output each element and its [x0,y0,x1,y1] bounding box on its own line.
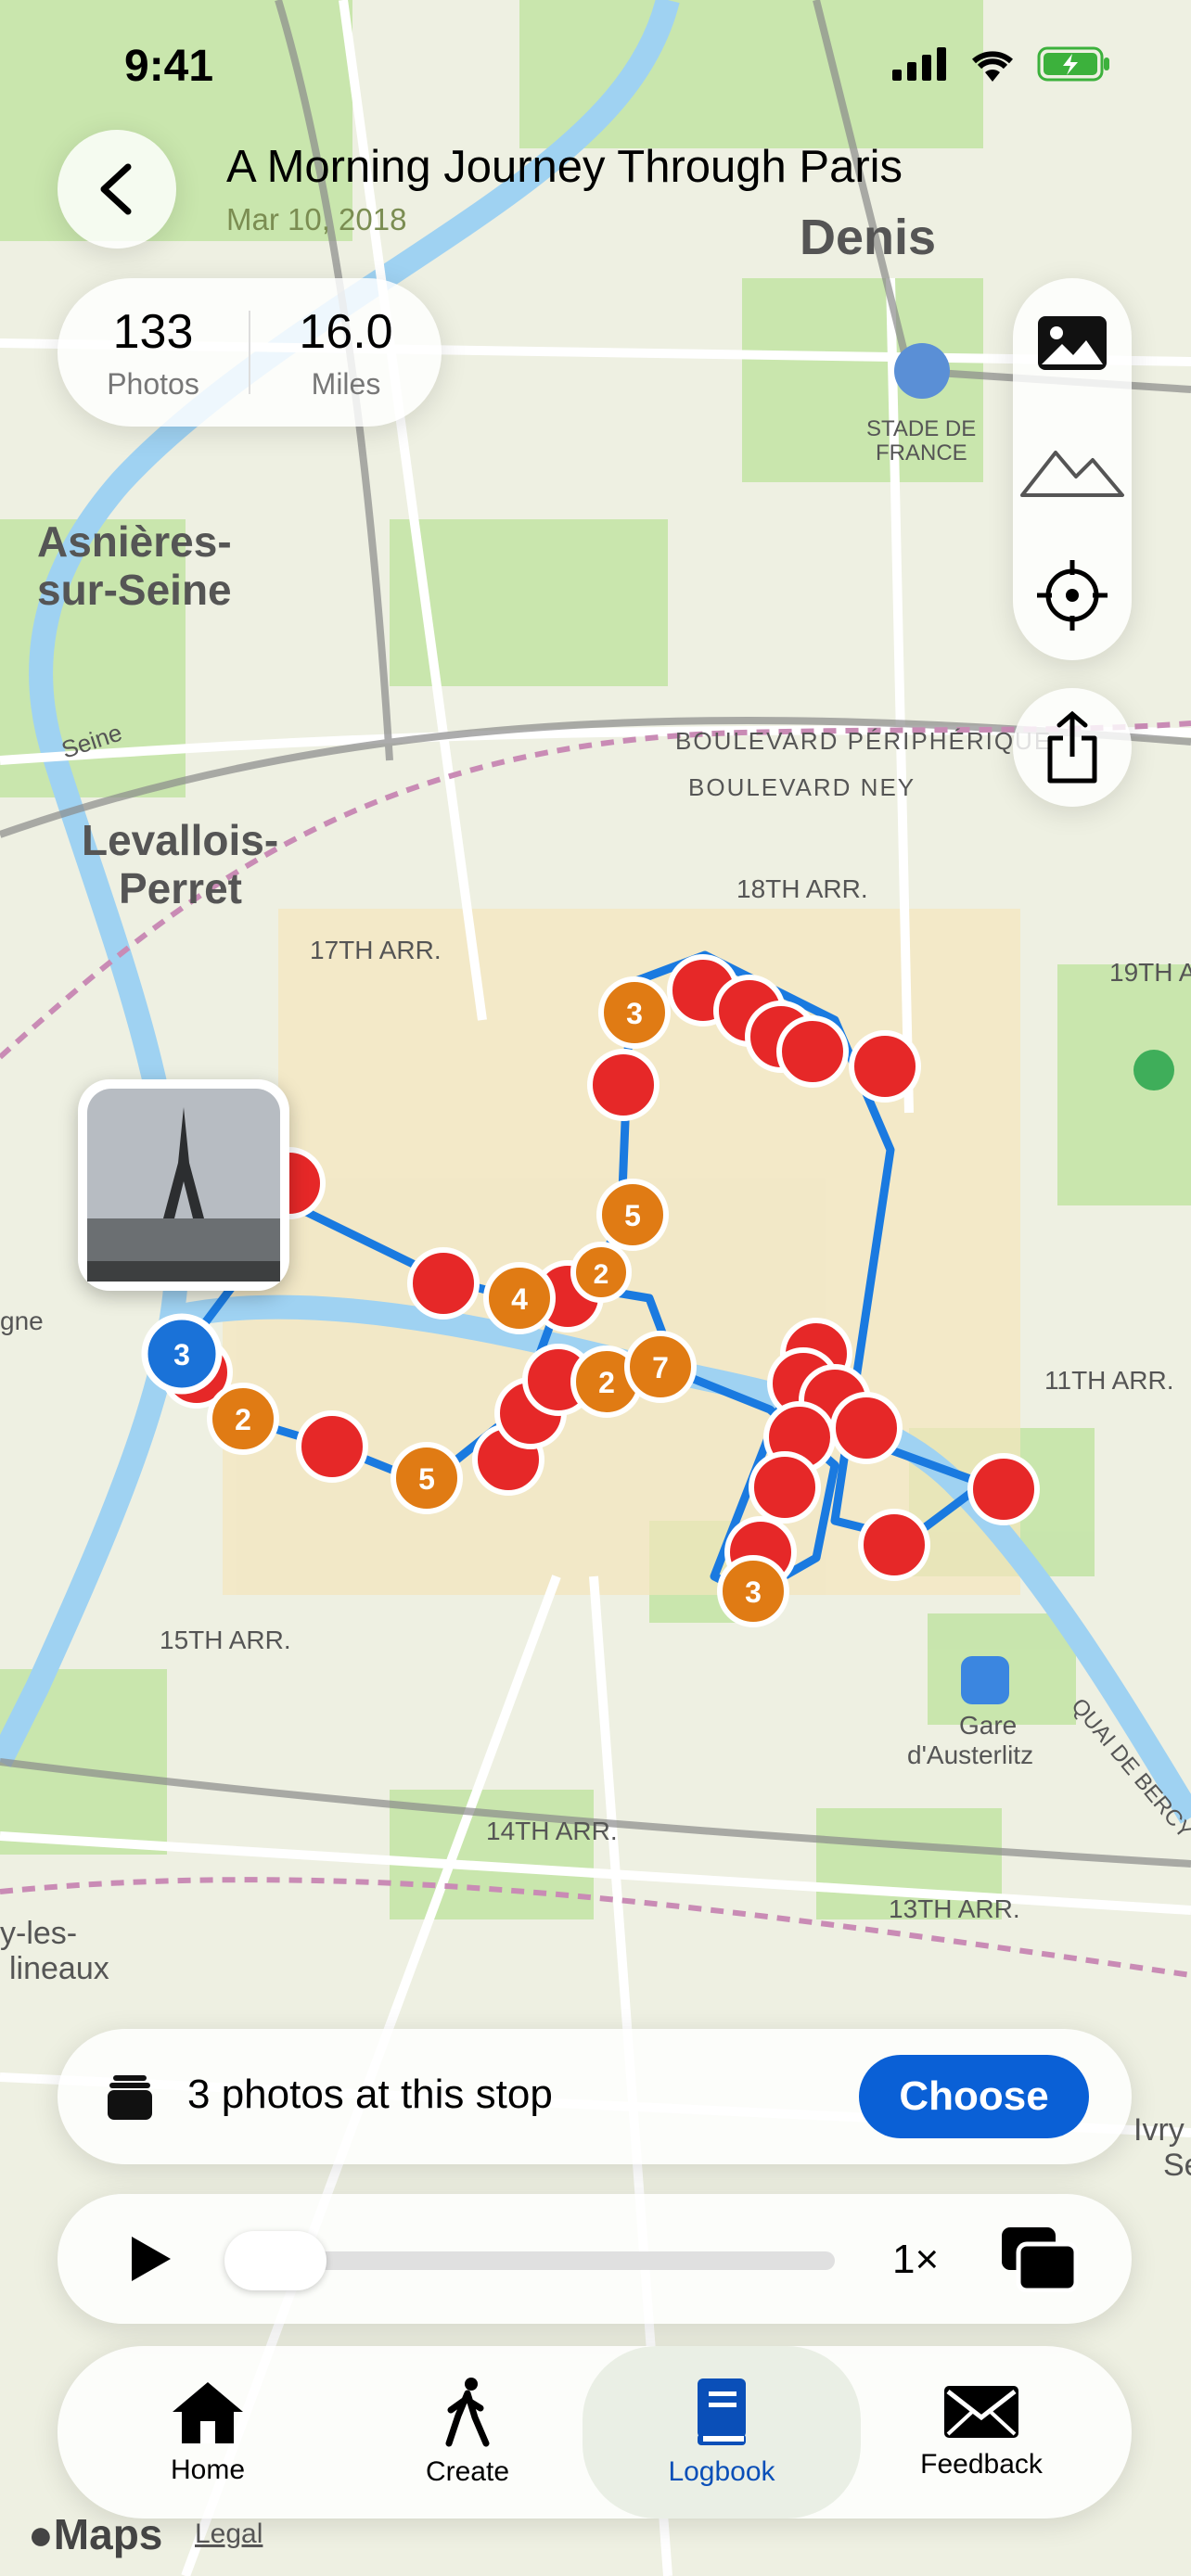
tab-bar: Home Create Logbook Feedback [58,2346,1132,2519]
label-ney: BOULEVARD NEY [688,773,916,801]
label-arr17: 17TH ARR. [310,936,442,964]
tab-feedback[interactable]: Feedback [861,2346,1102,2519]
park-icon [1133,1050,1174,1090]
label-stade: STADE DE FRANCE [866,416,976,465]
battery-icon [1037,46,1109,82]
photo-stack-icon [108,2075,152,2120]
mountains-icon [1020,451,1124,497]
svg-text:5: 5 [418,1462,435,1496]
svg-text:4: 4 [511,1282,528,1316]
speed-toggle[interactable]: 1× [892,2237,939,2283]
train-icon [961,1656,1009,1704]
label-arr14: 14TH ARR. [486,1817,618,1845]
pin-5[interactable]: 7 [624,1331,697,1403]
walk-icon [445,2378,490,2447]
chevron-left-icon [100,163,132,215]
photo-mode-button[interactable] [1013,284,1132,402]
svg-text:7: 7 [652,1351,669,1384]
tab-create-label: Create [425,2456,510,2487]
pin-6[interactable]: 2 [207,1383,279,1455]
share-button[interactable] [1013,688,1132,807]
pin-8[interactable]: 3 [717,1555,789,1627]
stat-photos-value: 133 [112,304,194,359]
locate-button[interactable] [1013,536,1132,655]
photo-icon [1038,316,1107,370]
label-periph: BOULEVARD PÉRIPHÉRIQUE [675,727,1052,755]
map-tools [1013,278,1132,660]
stop-photo-count: 3 photos at this stop [187,2072,553,2117]
stadium-icon [894,343,950,399]
back-button[interactable] [58,130,176,249]
stop-bar: 3 photos at this stop Choose [58,2029,1132,2164]
label-arr15: 15TH ARR. [160,1626,291,1654]
timeline-thumb[interactable] [224,2231,327,2290]
label-arr13: 13TH ARR. [889,1894,1020,1923]
status-icons [892,46,1111,82]
play-icon[interactable] [128,2233,174,2285]
legal-link[interactable]: Legal [195,2519,263,2550]
page-title: A Morning Journey Through Paris [226,142,903,192]
maps-logo-text: Maps [53,2510,163,2558]
tab-logbook-label: Logbook [668,2456,775,2487]
crosshair-icon [1037,560,1108,631]
pin-0[interactable]: 3 [598,976,671,1049]
pin-7[interactable]: 5 [391,1442,463,1514]
apple-logo-icon: ● [28,2510,54,2558]
playback-bar: 1× [58,2194,1132,2324]
pin-1[interactable]: 5 [596,1179,669,1251]
svg-text:2: 2 [235,1403,251,1436]
stat-photos-label: Photos [107,366,199,401]
journey-date: Mar 10, 2018 [226,202,407,236]
choose-button[interactable]: Choose [859,2055,1089,2138]
tab-home-label: Home [170,2455,246,2485]
svg-text:2: 2 [594,1259,609,1290]
stats-pill: 133 Photos 16.0 Miles [58,278,442,427]
stat-miles-value: 16.0 [299,304,393,359]
book-icon [698,2378,746,2445]
terrain-button[interactable] [1013,410,1132,529]
label-arr19: 19TH AR [1109,958,1191,987]
wifi-icon [972,51,1013,82]
pin-3[interactable]: 2 [570,1242,632,1303]
share-icon [1047,710,1097,784]
house-icon [173,2382,243,2443]
tab-home[interactable]: Home [87,2346,328,2519]
label-denis: Denis [800,210,936,265]
multi-photo-icon[interactable] [1000,2225,1078,2292]
tab-logbook[interactable]: Logbook [583,2346,861,2519]
stat-photos: 133 Photos [58,304,249,402]
label-arr11: 11TH ARR. [1044,1366,1174,1395]
maps-logo: ●Maps [28,2509,162,2559]
svg-text:5: 5 [624,1199,641,1232]
tab-create[interactable]: Create [347,2346,588,2519]
pin-9-selected[interactable]: 3 [141,1313,223,1395]
label-arr18: 18TH ARR. [736,874,868,903]
tab-feedback-label: Feedback [920,2449,1043,2480]
stop-photo-thumbnail[interactable] [78,1079,289,1291]
svg-text:3: 3 [173,1338,190,1371]
stat-miles: 16.0 Miles [250,304,442,402]
cellular-icon [892,47,946,81]
stat-miles-label: Miles [311,366,381,401]
eiffel-tower-photo [87,1089,280,1282]
pin-2[interactable]: 4 [483,1262,556,1334]
svg-text:3: 3 [745,1575,762,1609]
svg-text:2: 2 [598,1366,615,1399]
svg-text:3: 3 [626,997,643,1030]
status-time: 9:41 [124,42,214,91]
label-asnieres: Asnières-sur-Seine [37,517,232,614]
envelope-icon [944,2386,1018,2438]
label-gne: gne [0,1307,44,1335]
